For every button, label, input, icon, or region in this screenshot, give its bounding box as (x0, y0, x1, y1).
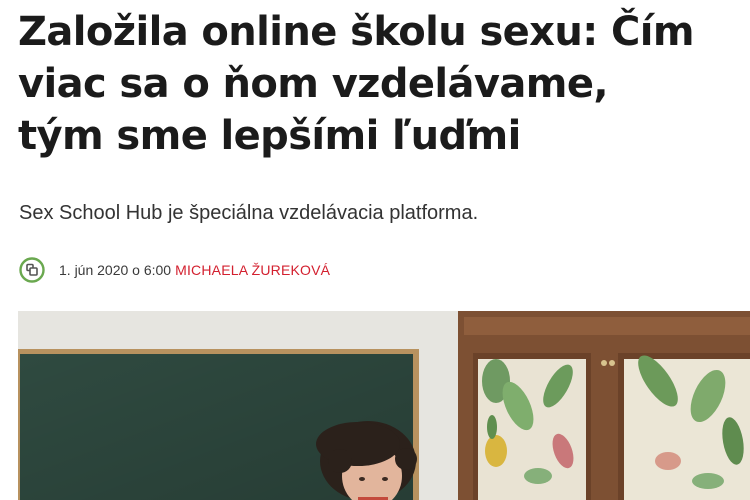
article-photo-image (18, 311, 750, 500)
article: Založila online školu sexu: Čím viac sa … (0, 0, 750, 500)
headline-line-1: Založila online školu sexu: Čím (18, 9, 695, 55)
headline-line-2: viac sa o ňom vzdelávame, (18, 61, 609, 107)
article-headline: Založila online školu sexu: Čím viac sa … (18, 6, 748, 162)
publish-date: 1. jún 2020 o 6:00 (59, 262, 172, 278)
share-link-icon[interactable] (19, 257, 45, 283)
author-link[interactable]: MICHAELA ŽUREKOVÁ (175, 262, 330, 278)
headline-line-3: tým sme lepšími ľuďmi (18, 113, 521, 159)
article-meta: 1. jún 2020 o 6:00 MICHAELA ŽUREKOVÁ (19, 256, 330, 284)
article-photo (18, 311, 750, 500)
article-perex: Sex School Hub je špeciálna vzdelávacia … (19, 202, 479, 224)
